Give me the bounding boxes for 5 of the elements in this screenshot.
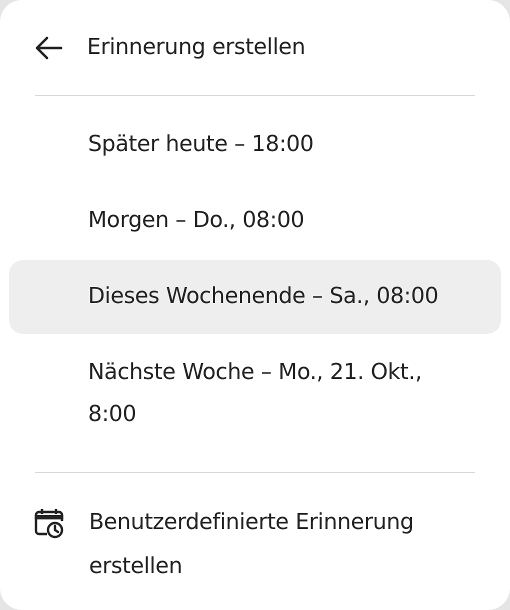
calendar-clock-icon [33,507,65,539]
custom-reminder-item[interactable]: Benutzerdefinierte Erinnerung erstellen [9,493,501,597]
custom-reminder-label: Benutzerdefinierte Erinnerung erstellen [89,509,415,581]
menu-title: Erinnerung erstellen [87,34,306,62]
reminder-option[interactable]: Dieses Wochenende – Sa., 08:00 [9,260,501,334]
